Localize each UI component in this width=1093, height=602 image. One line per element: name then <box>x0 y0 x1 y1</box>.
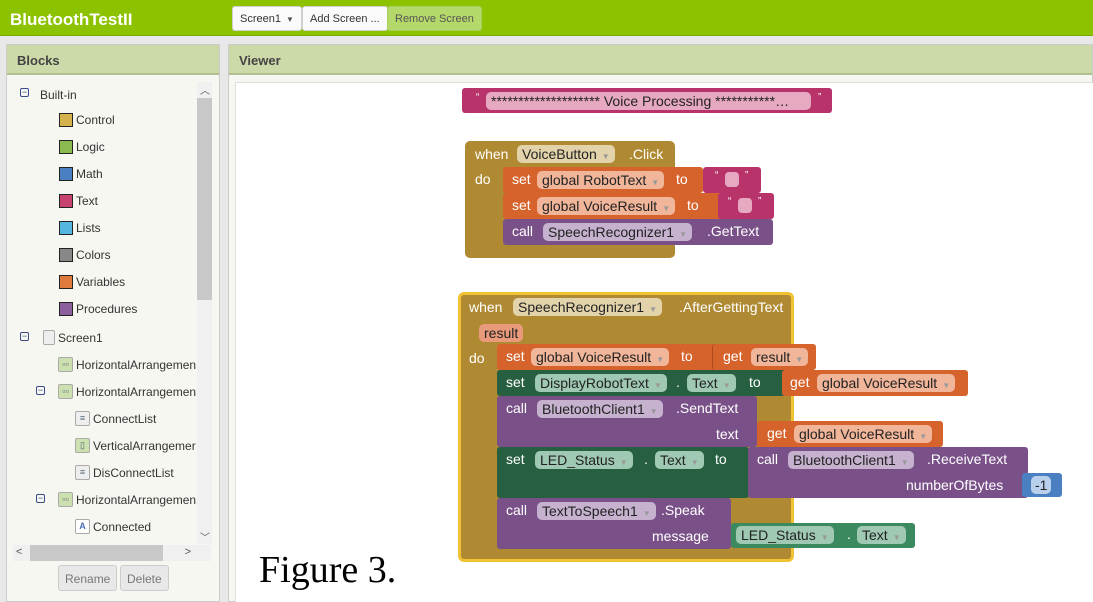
color-swatch-icon <box>59 113 73 127</box>
component-dropdown[interactable]: BluetoothClient1 ▼ <box>537 400 663 418</box>
collapse-builtin-icon[interactable]: − <box>20 88 29 97</box>
color-swatch-icon <box>59 248 73 262</box>
text-field[interactable]: ******************** Voice Processing **… <box>486 92 811 110</box>
collapse-horizontal-2-icon[interactable]: − <box>36 386 45 395</box>
set-robottext[interactable]: set global RobotText ▼ to <box>503 167 703 193</box>
collapse-horizontal-3-icon[interactable]: − <box>36 494 45 503</box>
component-dropdown[interactable]: SpeechRecognizer1 ▼ <box>543 223 693 241</box>
number-block[interactable]: -1 <box>1022 473 1062 497</box>
tree-horizontal-1[interactable]: ▫▫ HorizontalArrangemen <box>58 357 196 372</box>
component-dropdown[interactable]: TextToSpeech1 ▼ <box>537 502 656 520</box>
property-dropdown[interactable]: Text ▼ <box>857 526 906 544</box>
variable-dropdown[interactable]: global VoiceResult ▼ <box>794 425 933 443</box>
rename-button[interactable]: Rename <box>58 565 118 591</box>
component-dropdown[interactable]: LED_Status ▼ <box>736 526 834 544</box>
horizontal-arrangement-icon: ▫▫ <box>58 384 73 399</box>
tree-horizontal-3[interactable]: ▫▫ HorizontalArrangemen <box>58 492 196 507</box>
component-dropdown[interactable]: DisplayRobotText ▼ <box>535 374 667 392</box>
builtin-variables[interactable]: Variables <box>59 275 125 289</box>
app-title: BluetoothTestII <box>10 10 133 29</box>
get-result[interactable]: get result ▼ <box>712 344 816 370</box>
tree-disconnectlist[interactable]: ≡ DisConnectList <box>75 465 174 480</box>
top-bar: BluetoothTestII Screen1 ▼ Add Screen ... … <box>0 0 1093 36</box>
builtin-control[interactable]: Control <box>59 113 115 127</box>
vertical-arrangement-icon: ▯ <box>75 438 90 453</box>
property-dropdown[interactable]: Text ▼ <box>687 374 736 392</box>
call-receivetext[interactable]: call BluetoothClient1 ▼ .ReceiveText numb… <box>748 447 1028 498</box>
component-dropdown[interactable]: LED_Status ▼ <box>535 451 633 469</box>
blocks-panel-title: Blocks <box>7 45 219 75</box>
tree-vertical-scrollbar[interactable]: ︿ ﹀ <box>197 82 212 544</box>
builtin-colors[interactable]: Colors <box>59 248 111 262</box>
variable-dropdown[interactable]: global VoiceResult ▼ <box>537 197 676 215</box>
builtin-text[interactable]: Text <box>59 194 98 208</box>
color-swatch-icon <box>59 302 73 316</box>
tree-connected[interactable]: A Connected <box>75 519 151 534</box>
screen-icon <box>43 330 55 345</box>
set-displayrobottext[interactable]: set DisplayRobotText ▼ . Text ▼ to <box>497 370 787 396</box>
empty-text-block[interactable]: “ ” <box>703 167 761 193</box>
text-block-comment[interactable]: “ ******************** Voice Processing … <box>462 88 832 113</box>
tree-builtin[interactable]: Built-in <box>40 88 77 102</box>
scroll-left-icon[interactable]: < <box>16 546 22 558</box>
color-swatch-icon <box>59 140 73 154</box>
collapse-screen1-icon[interactable]: − <box>20 332 29 341</box>
builtin-procedures[interactable]: Procedures <box>59 302 137 316</box>
tree-vertical[interactable]: ▯ VerticalArrangemer <box>75 438 196 453</box>
get-voiceresult-text[interactable]: get global VoiceResult ▼ <box>757 421 943 447</box>
set-voiceresult[interactable]: set global VoiceResult ▼ to <box>503 193 725 219</box>
call-speak[interactable]: call TextToSpeech1 ▼ .Speak message <box>497 498 731 549</box>
horizontal-arrangement-icon: ▫▫ <box>58 492 73 507</box>
scroll-up-icon[interactable]: ︿ <box>200 82 210 97</box>
listpicker-icon: ≡ <box>75 465 90 480</box>
color-swatch-icon <box>59 194 73 208</box>
number-field[interactable]: -1 <box>1031 476 1052 494</box>
builtin-logic[interactable]: Logic <box>59 140 105 154</box>
tree-horizontal-2[interactable]: ▫▫ HorizontalArrangemen <box>58 384 196 399</box>
add-screen-button[interactable]: Add Screen ... <box>302 6 388 31</box>
variable-dropdown[interactable]: global VoiceResult ▼ <box>817 374 956 392</box>
scroll-down-icon[interactable]: ﹀ <box>200 529 210 544</box>
empty-text-block[interactable]: “ ” <box>718 193 774 219</box>
param-result[interactable]: result <box>479 324 524 342</box>
variable-dropdown[interactable]: global RobotText ▼ <box>537 171 665 189</box>
component-dropdown[interactable]: BluetoothClient1 ▼ <box>788 451 914 469</box>
listpicker-icon: ≡ <box>75 411 90 426</box>
get-voiceresult[interactable]: get global VoiceResult ▼ <box>782 370 968 396</box>
variable-dropdown[interactable]: global VoiceResult ▼ <box>531 348 670 366</box>
delete-button[interactable]: Delete <box>120 565 169 591</box>
builtin-lists[interactable]: Lists <box>59 221 101 235</box>
call-getText[interactable]: call SpeechRecognizer1 ▼ .GetText <box>503 219 773 245</box>
dropdown-arrow-icon: ▼ <box>285 15 294 24</box>
tree-screen1[interactable]: Screen1 <box>43 330 103 345</box>
horizontal-arrangement-icon: ▫▫ <box>58 357 73 372</box>
screen-select[interactable]: Screen1 ▼ <box>232 6 302 31</box>
horizontal-scroll-thumb[interactable] <box>30 545 163 561</box>
set-led-status[interactable]: set LED_Status ▼ . Text ▼ to <box>497 447 749 498</box>
tree-horizontal-scrollbar[interactable]: < > <box>13 545 211 561</box>
color-swatch-icon <box>59 221 73 235</box>
figure-caption: Figure 3. <box>259 549 397 591</box>
remove-screen-button[interactable]: Remove Screen <box>387 6 482 31</box>
color-swatch-icon <box>59 167 73 181</box>
vertical-scroll-thumb[interactable] <box>197 98 212 300</box>
label-icon: A <box>75 519 90 534</box>
variable-dropdown[interactable]: result ▼ <box>751 348 809 366</box>
color-swatch-icon <box>59 275 73 289</box>
builtin-math[interactable]: Math <box>59 167 103 181</box>
viewer-panel-title: Viewer <box>229 45 1092 75</box>
call-sendtext[interactable]: call BluetoothClient1 ▼ .SendText text <box>497 396 757 447</box>
scroll-right-icon[interactable]: > <box>185 546 191 558</box>
set-voiceresult-result[interactable]: set global VoiceResult ▼ to <box>497 344 717 370</box>
led-status-text-getter[interactable]: LED_Status ▼ . Text ▼ <box>731 523 915 548</box>
property-dropdown[interactable]: Text ▼ <box>655 451 704 469</box>
tree-connectlist[interactable]: ≡ ConnectList <box>75 411 156 426</box>
component-dropdown[interactable]: SpeechRecognizer1 ▼ <box>513 298 663 316</box>
component-dropdown[interactable]: VoiceButton ▼ <box>517 145 615 163</box>
